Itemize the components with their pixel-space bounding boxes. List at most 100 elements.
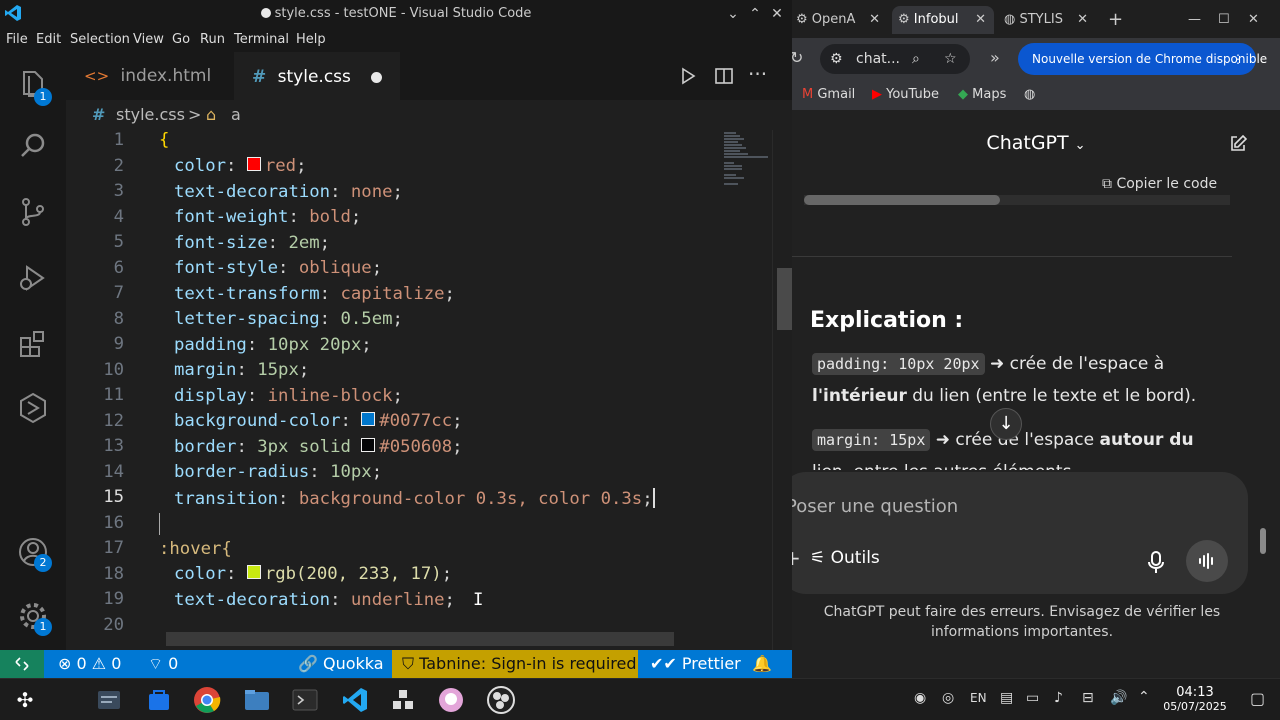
browser-tab-infobulle[interactable]: ⚙ Infobul ✕ <box>892 6 994 34</box>
copy-code-button[interactable]: ⧉ Copier le code <box>1102 176 1217 192</box>
chrome-update-button[interactable]: Nouvelle version de Chrome disponible ⋮ <box>1018 43 1267 75</box>
apps-grid-icon[interactable] <box>386 683 420 717</box>
minimap[interactable] <box>716 130 776 190</box>
close-window-icon[interactable]: ✕ <box>766 3 788 25</box>
task-manager-icon[interactable] <box>92 683 126 717</box>
microphone-icon[interactable] <box>1142 548 1170 576</box>
menu-selection[interactable]: Selection <box>70 32 130 47</box>
extensions-icon[interactable] <box>15 326 51 362</box>
plus-icon[interactable]: + <box>792 546 801 570</box>
code-editor[interactable]: 1 2 3 4 5 6 7 8 9 10 11 12 13 14 15 16 17 18 19 20 { color:… <box>66 130 792 650</box>
store-icon[interactable] <box>142 683 176 717</box>
bookmark-youtube[interactable]: ▶ YouTube <box>872 87 939 102</box>
clipboard-icon[interactable]: ▤ <box>1000 690 1013 706</box>
color-swatch[interactable] <box>246 565 261 579</box>
zoom-icon[interactable]: ⌕ <box>912 44 920 74</box>
scrollbar-thumb[interactable] <box>804 195 1000 205</box>
menu-terminal[interactable]: Terminal <box>234 32 289 47</box>
chevron-up-icon[interactable]: ⌃ <box>744 3 766 25</box>
remote-explorer-icon[interactable] <box>15 390 51 426</box>
quokka-status[interactable]: 🔗 Quokka <box>298 650 384 678</box>
globe-icon[interactable]: ◍ <box>1024 87 1035 102</box>
new-chat-icon[interactable] <box>1228 134 1248 154</box>
color-swatch[interactable] <box>361 412 376 426</box>
browser-tab-openai[interactable]: ⚙ OpenA ✕ <box>792 6 888 34</box>
tab-index-html[interactable]: <> index.html <box>66 52 234 100</box>
vertical-scrollbar[interactable] <box>772 130 792 650</box>
close-window-icon[interactable]: ✕ <box>1248 6 1259 34</box>
browser-tab-stylish[interactable]: ◍ STYLIS ✕ <box>1000 6 1096 34</box>
tabnine-status[interactable]: ⛉ Tabnine: Sign-in is required <box>392 650 638 678</box>
ports-indicator[interactable]: ⌔ 0 <box>148 650 178 678</box>
code-line-18: color: rgb(200, 233, 17); <box>174 564 453 584</box>
problems-indicator[interactable]: ⊗ 0 ⚠ 0 <box>58 650 121 678</box>
chevron-down-icon[interactable]: ⌄ <box>722 3 744 25</box>
tray-app-icon[interactable]: ◉ <box>914 690 926 706</box>
model-selector[interactable]: ChatGPT ⌄ <box>792 132 1280 154</box>
menu-go[interactable]: Go <box>172 32 190 47</box>
minimize-icon[interactable]: — <box>1188 6 1201 34</box>
bookmark-star-icon[interactable]: ☆ <box>944 44 957 74</box>
css-property: background-color <box>174 411 341 431</box>
tab-style-css[interactable]: # style.css <box>234 52 400 100</box>
menu-help[interactable]: Help <box>296 32 326 47</box>
horizontal-scrollbar[interactable] <box>166 632 674 646</box>
menu-file[interactable]: File <box>6 32 28 47</box>
terminal-icon[interactable] <box>288 683 322 717</box>
obs-tray-icon[interactable]: ◎ <box>942 690 954 706</box>
more-actions-icon[interactable]: ··· <box>748 62 767 86</box>
menu-view[interactable]: View <box>133 32 164 47</box>
code-block-scrollbar[interactable] <box>804 195 1230 205</box>
chevron-up-icon[interactable]: ⌃ <box>1138 689 1150 705</box>
run-debug-icon[interactable] <box>15 260 51 296</box>
clock[interactable]: 04:13 05/07/2025 <box>1150 686 1240 714</box>
screen-recorder-icon[interactable] <box>434 683 468 717</box>
source-control-icon[interactable] <box>15 194 51 230</box>
menu-edit[interactable]: Edit <box>36 32 61 47</box>
microphone-tray-icon[interactable]: ♪ <box>1054 690 1063 706</box>
split-editor-icon[interactable] <box>714 66 734 86</box>
modified-dot-icon[interactable] <box>371 72 382 83</box>
breadcrumb-symbol[interactable]: a <box>231 100 241 130</box>
maximize-icon[interactable]: ☐ <box>1218 6 1230 34</box>
tools-button[interactable]: ⚟ Outils <box>810 548 880 568</box>
reload-icon[interactable]: ↻ <box>792 48 803 67</box>
chevron-right-double-icon[interactable]: » <box>990 48 1000 67</box>
volume-icon[interactable]: 🔊 <box>1110 690 1127 706</box>
voice-mode-button[interactable] <box>1186 540 1228 582</box>
close-tab-icon[interactable]: ✕ <box>1077 6 1088 34</box>
vscode-taskbar-icon[interactable] <box>338 683 372 717</box>
chrome-icon[interactable] <box>190 683 224 717</box>
battery-icon[interactable]: ▭ <box>1026 690 1039 706</box>
notifications-bell-icon[interactable]: 🔔 <box>752 650 772 678</box>
bookmark-gmail[interactable]: M Gmail <box>802 87 855 102</box>
run-file-icon[interactable] <box>678 66 698 86</box>
menu-run[interactable]: Run <box>200 32 225 47</box>
heading-text: Explication : <box>810 308 964 333</box>
notification-center-icon[interactable]: ▢ <box>1250 689 1265 708</box>
color-swatch[interactable] <box>246 157 261 171</box>
close-tab-icon[interactable]: ✕ <box>975 6 986 34</box>
prettier-status[interactable]: ✔✔ Prettier <box>650 650 741 678</box>
page-scrollbar-thumb[interactable] <box>1260 528 1266 554</box>
obs-icon[interactable] <box>484 683 518 717</box>
breadcrumb-file[interactable]: style.css <box>116 100 185 130</box>
css-property: text-decoration <box>174 589 331 610</box>
html-file-icon: <> <box>84 67 110 85</box>
color-swatch[interactable] <box>361 437 376 452</box>
scrollbar-thumb[interactable] <box>777 268 792 330</box>
network-icon[interactable]: ⊟ <box>1082 690 1094 706</box>
site-info-icon[interactable]: ⚙ <box>830 44 843 74</box>
language-indicator[interactable]: EN <box>970 691 987 705</box>
scroll-to-bottom-button[interactable]: ↓ <box>990 408 1022 440</box>
close-tab-icon[interactable]: ✕ <box>869 6 880 34</box>
remote-indicator[interactable] <box>0 650 44 678</box>
address-bar[interactable]: ⚙ chat... ⌕ ☆ <box>820 44 970 74</box>
bookmark-maps[interactable]: ◆ Maps <box>958 87 1006 102</box>
new-tab-plus-icon[interactable]: + <box>1108 6 1123 34</box>
file-explorer-icon[interactable] <box>240 683 274 717</box>
search-icon[interactable] <box>15 128 51 164</box>
kebab-menu-icon[interactable]: ⋮ <box>1232 43 1244 75</box>
prompt-input[interactable]: Poser une question <box>792 496 958 517</box>
start-icon[interactable]: ✣ <box>8 683 42 717</box>
